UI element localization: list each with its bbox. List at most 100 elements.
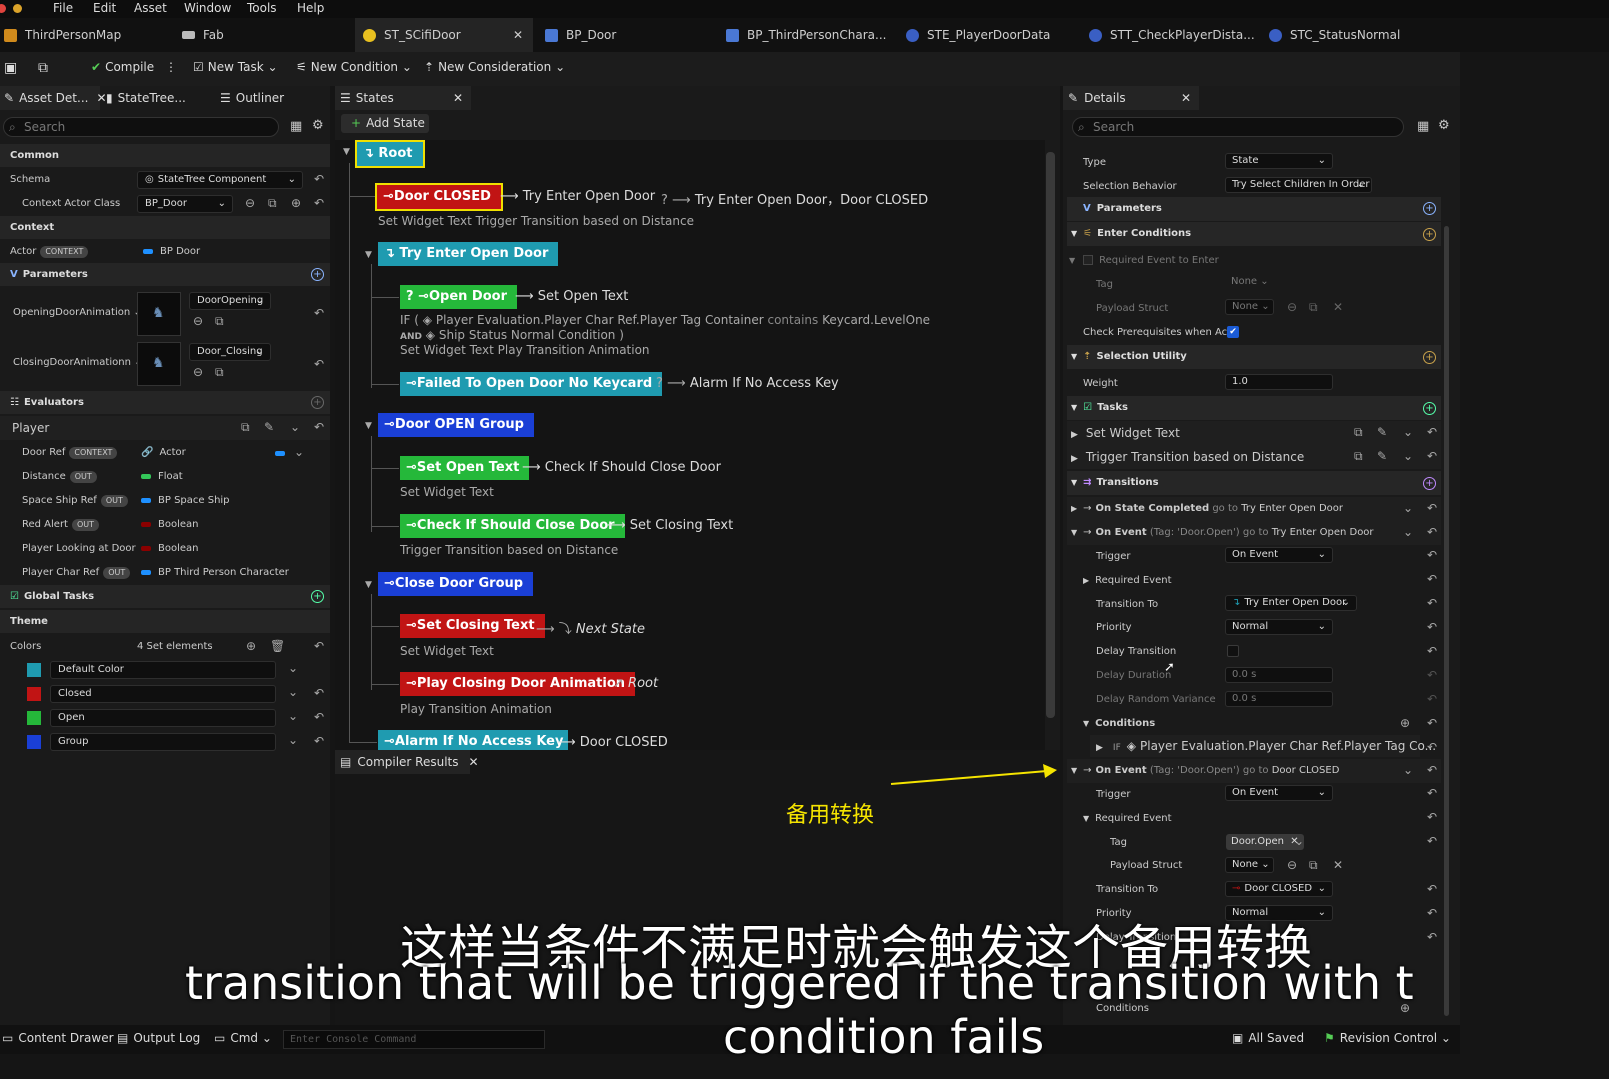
delay-random-input[interactable]: 0.0 s	[1225, 691, 1333, 707]
close-tab-icon[interactable]: ✕	[1181, 91, 1191, 105]
check-prerequisites-checkbox[interactable]: ✔	[1227, 326, 1239, 338]
chevron-down-icon[interactable]: ⌄	[288, 709, 298, 723]
tab-bp-door[interactable]: BP_Door	[545, 18, 715, 52]
new-task-button[interactable]: ☑ New Task ⌄	[193, 60, 278, 74]
collapse-arrow-icon[interactable]: ▼	[365, 250, 372, 260]
priority-dropdown[interactable]: Normal ⌄	[1225, 619, 1333, 635]
close-tab-icon[interactable]: ✕	[96, 91, 106, 105]
menu-file[interactable]: File	[53, 1, 73, 15]
clear-icon[interactable]: ✕	[1333, 858, 1343, 872]
compile-button[interactable]: ✔ Compile	[91, 60, 154, 74]
schema-dropdown[interactable]: ◎ StateTree Component ⌄	[137, 171, 303, 189]
reset-icon[interactable]: ↶	[314, 196, 324, 210]
browse-icon[interactable]: ⧉	[1354, 449, 1363, 464]
reset-icon[interactable]: ↶	[1427, 425, 1437, 439]
vertical-scrollbar[interactable]	[1046, 152, 1055, 718]
output-log-button[interactable]: ▤ Output Log	[117, 1031, 200, 1045]
reset-icon[interactable]: ↶	[1427, 620, 1437, 634]
collapse-arrow-icon[interactable]: ▼	[365, 580, 372, 590]
opening-animation-dropdown[interactable]: DoorOpening ⌄	[189, 292, 271, 310]
chevron-down-icon[interactable]: ⌄	[290, 420, 300, 434]
reset-icon[interactable]: ↶	[1427, 572, 1437, 586]
browse-icon[interactable]: ⧉	[1309, 858, 1318, 873]
menu-tools[interactable]: Tools	[247, 1, 277, 15]
browse-icon[interactable]: ⧉	[215, 314, 224, 329]
search-input[interactable]: ⌕ Search	[3, 117, 279, 137]
section-transitions[interactable]: ▼ ⇉ Transitions	[1067, 471, 1441, 495]
reset-icon[interactable]: ↶	[1427, 834, 1437, 848]
tab-details[interactable]: ✎ Details ✕	[1063, 86, 1199, 110]
context-actor-class-dropdown[interactable]: BP_Door ⌄	[137, 195, 233, 213]
reset-icon[interactable]: ↶	[1427, 525, 1437, 539]
required-event-checkbox[interactable]	[1083, 255, 1094, 265]
close-tab-icon[interactable]: ✕	[513, 28, 523, 42]
chevron-down-icon[interactable]: ⌄	[1403, 501, 1413, 515]
section-common[interactable]: Common	[0, 144, 330, 167]
delay-duration-input[interactable]: 0.0 s	[1225, 667, 1333, 683]
reset-icon[interactable]: ↶	[1427, 668, 1437, 682]
payload-struct-dropdown[interactable]: None ⌄	[1225, 857, 1274, 873]
tab-fab[interactable]: Fab	[182, 18, 342, 52]
state-play-closing-animation[interactable]: ⊸Play Closing Door Animation	[400, 672, 636, 696]
section-tasks[interactable]: ▼ ☑ Tasks	[1067, 396, 1441, 420]
section-global-tasks[interactable]: ☑ Global Tasks	[0, 585, 330, 608]
closing-animation-dropdown[interactable]: Door_Closing ⌄	[189, 343, 271, 361]
reset-icon[interactable]: ↶	[314, 686, 324, 700]
reset-icon[interactable]: ↶	[1427, 786, 1437, 800]
reset-icon[interactable]: ↶	[1427, 810, 1437, 824]
trash-icon[interactable]: 🗑	[270, 639, 285, 653]
section-evaluators[interactable]: ☷ Evaluators	[0, 391, 330, 414]
edit-icon[interactable]: ✎	[264, 420, 274, 434]
tab-compiler-results[interactable]: ▤ Compiler Results ✕	[335, 750, 479, 774]
transition-on-event-2[interactable]: ▼ → On Event (Tag: 'Door.Open') go to Door…	[1067, 759, 1441, 783]
add-enter-condition-icon[interactable]: +	[1423, 228, 1436, 241]
chevron-down-icon[interactable]: ⌄	[1294, 834, 1304, 848]
add-global-task-icon[interactable]: +	[311, 590, 324, 603]
chevron-down-icon[interactable]: ⌄	[1403, 449, 1413, 463]
section-context[interactable]: Context	[0, 216, 330, 239]
table-view-icon[interactable]: ▦	[1417, 119, 1429, 134]
tag-chip[interactable]: Door.Open ✕	[1226, 834, 1304, 850]
edit-icon[interactable]: ✎	[1377, 449, 1387, 463]
tab-st-scifidoor[interactable]: ST_SCifiDoor ✕	[355, 18, 533, 52]
state-set-open-text[interactable]: ⊸Set Open Text	[400, 456, 530, 480]
state-set-closing-text[interactable]: ⊸Set Closing Text	[400, 614, 545, 638]
state-close-door-group[interactable]: ⊸Close Door Group	[378, 572, 534, 596]
compile-options-icon[interactable]: ⋮	[165, 60, 177, 74]
revision-control-button[interactable]: ⚑ Revision Control ⌄	[1324, 1031, 1451, 1045]
color-swatch[interactable]	[27, 711, 41, 725]
new-consideration-button[interactable]: ⇡ New Consideration ⌄	[424, 60, 565, 74]
tab-thirdpersonmap[interactable]: ThirdPersonMap	[4, 18, 164, 52]
chevron-down-icon[interactable]: ⌄	[1403, 425, 1413, 439]
transition-on-state-completed[interactable]: ▶ → On State Completed go to Try Enter Ope…	[1067, 497, 1441, 521]
add-parameter-icon[interactable]: +	[1423, 202, 1436, 215]
edit-icon[interactable]: ✎	[1377, 425, 1387, 439]
menu-help[interactable]: Help	[297, 1, 324, 15]
tab-outliner[interactable]: ☰ Outliner	[220, 86, 284, 110]
details-scrollbar[interactable]	[1444, 226, 1449, 1016]
state-door-open-group[interactable]: ⊸Door OPEN Group	[378, 413, 534, 437]
browse-icon[interactable]: ⧉	[38, 60, 48, 76]
weight-input[interactable]: 1.0	[1225, 374, 1333, 390]
browse-icon[interactable]: ⧉	[241, 420, 250, 435]
reset-icon[interactable]: ↶	[1427, 501, 1437, 515]
use-selected-icon[interactable]: ⊖	[193, 314, 203, 328]
add-transition-icon[interactable]: +	[1423, 477, 1436, 490]
reset-icon[interactable]: ↶	[1427, 644, 1437, 658]
close-window-icon[interactable]	[0, 4, 6, 13]
reset-icon[interactable]: ↶	[314, 306, 324, 320]
collapse-arrow-icon[interactable]: ▼	[343, 147, 350, 157]
color-name-field[interactable]: Open	[50, 709, 276, 727]
use-selected-icon[interactable]: ⊖	[1287, 858, 1297, 872]
reset-icon[interactable]: ↶	[1427, 906, 1437, 920]
state-alarm-no-access[interactable]: ⊸Alarm If No Access Key	[378, 730, 568, 750]
new-condition-button[interactable]: ⚟ New Condition ⌄	[296, 60, 412, 74]
color-swatch[interactable]	[27, 687, 41, 701]
color-swatch[interactable]	[27, 735, 41, 749]
tab-ste-playerdoordata[interactable]: STE_PlayerDoorData	[906, 18, 1076, 52]
add-icon[interactable]: ⊕	[291, 196, 301, 210]
reset-icon[interactable]: ↶	[314, 357, 324, 371]
tab-statetree[interactable]: ▮ StateTree...	[106, 86, 186, 110]
tab-stc-statusnormal[interactable]: STC_StatusNormal	[1269, 18, 1439, 52]
reset-icon[interactable]: ↶	[314, 710, 324, 724]
